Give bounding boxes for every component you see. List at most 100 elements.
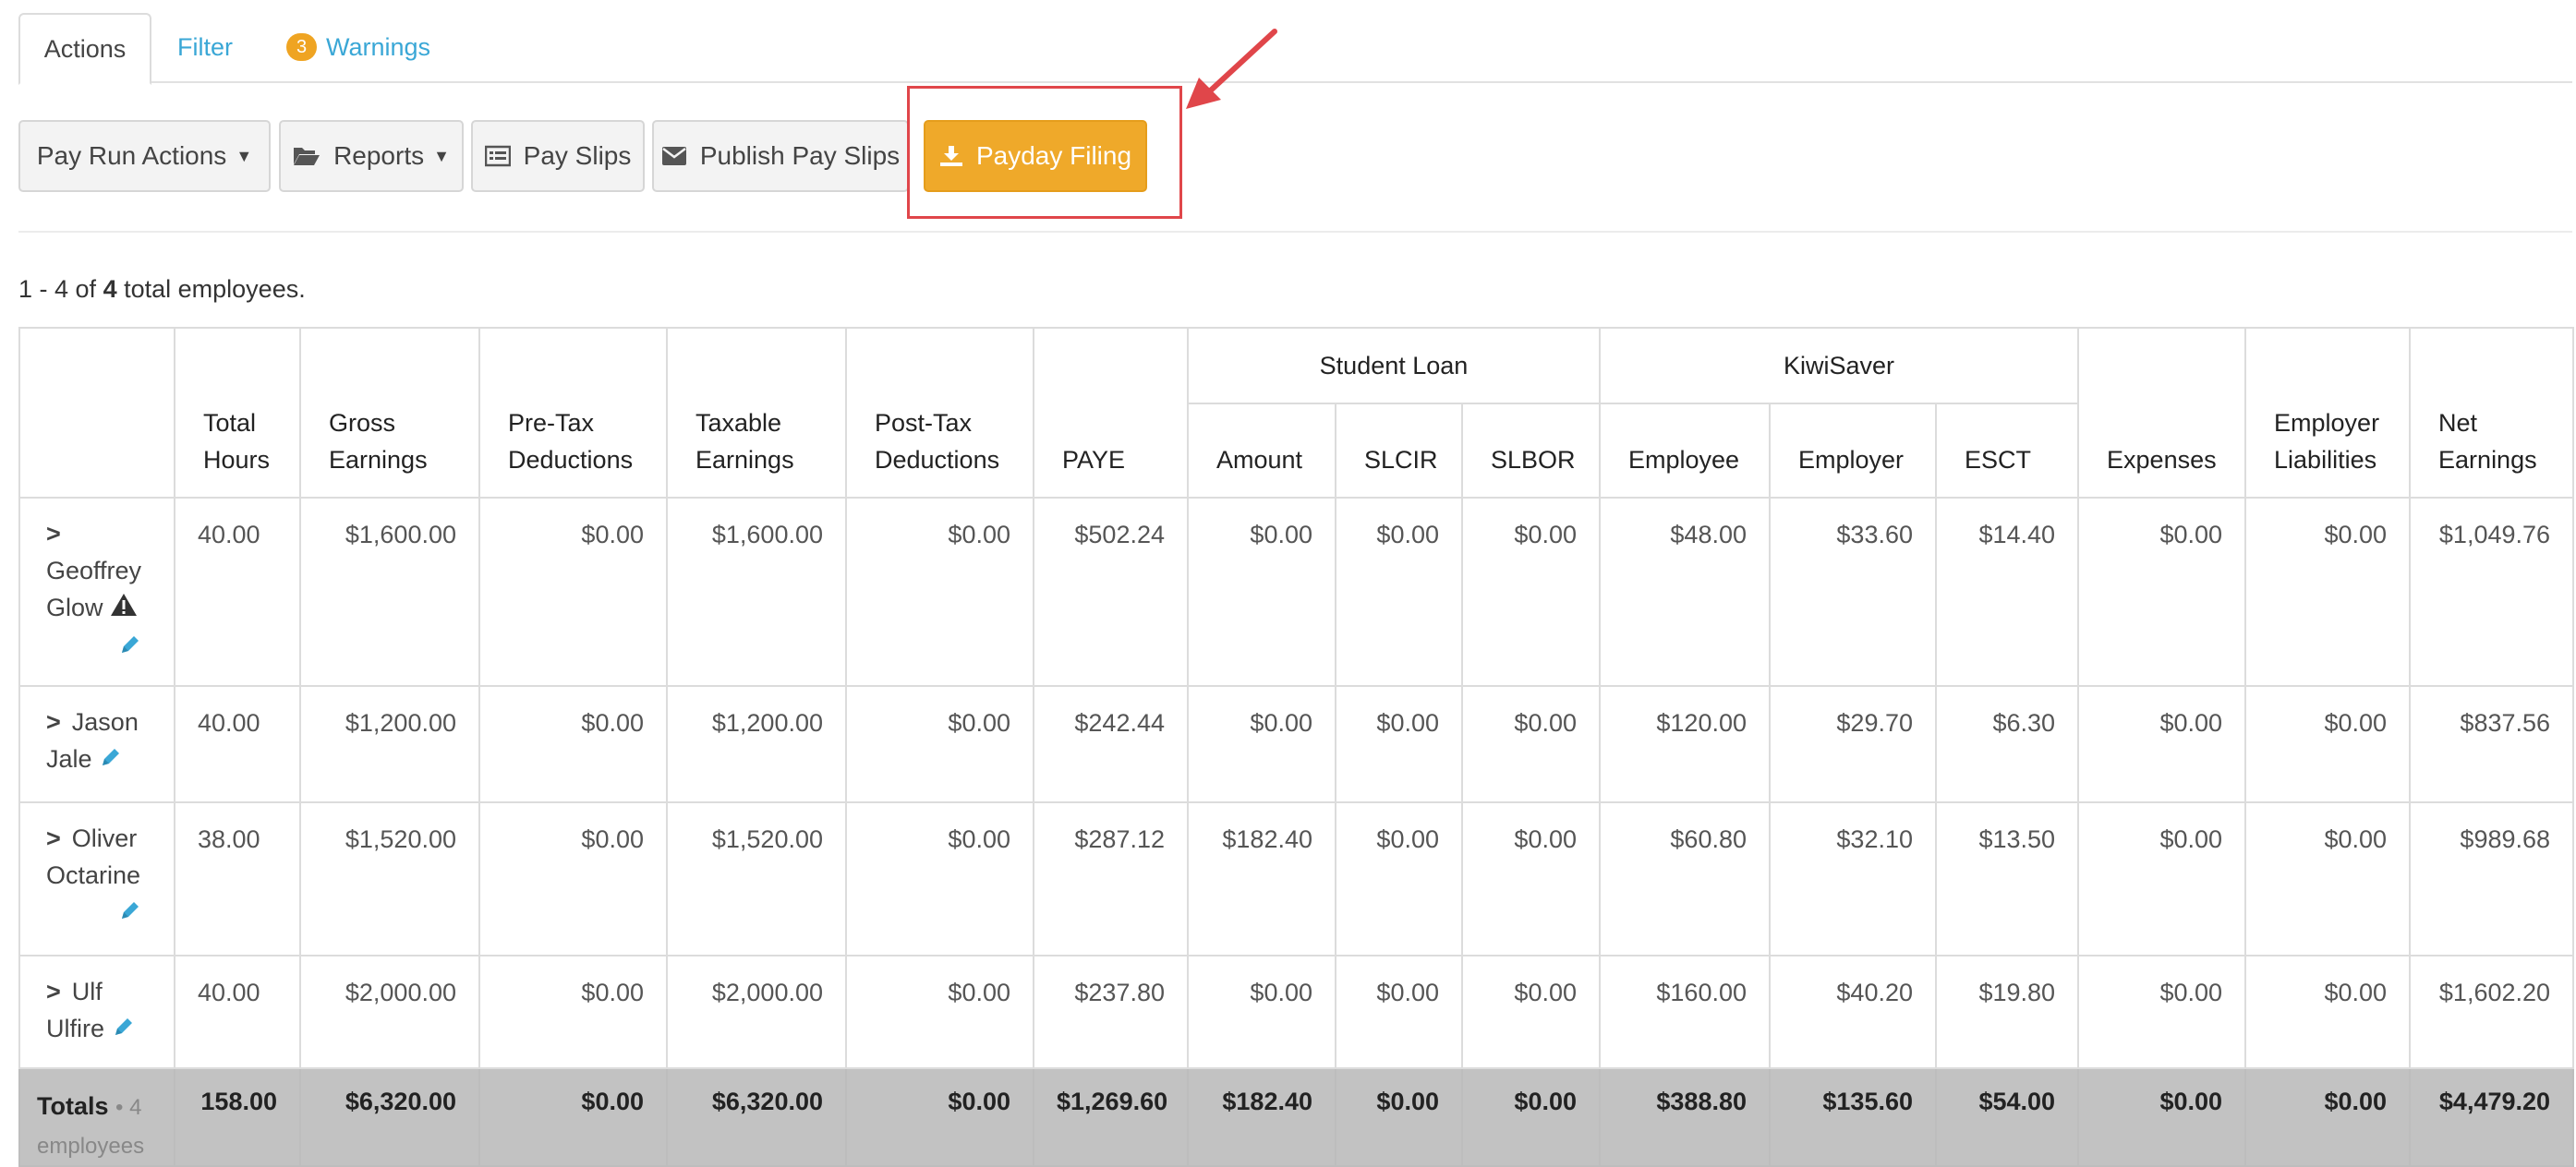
cell-esct: $19.80: [1934, 955, 2080, 1069]
col-pre-tax-deductions[interactable]: Pre-Tax Deductions: [478, 327, 668, 499]
employee-name-line[interactable]: Jason: [72, 708, 139, 736]
header-row: Total Hours Gross Earnings Pre-Tax Deductio…: [18, 327, 2575, 499]
cell-expenses: $0.00: [2077, 497, 2247, 687]
col-group-kiwisaver: KiwiSaver: [1598, 327, 2080, 404]
totals-label-cell: Totals • 4 employees: [18, 1067, 175, 1167]
warning-triangle-icon[interactable]: [110, 591, 138, 628]
cell-hours: 38.00: [174, 801, 301, 956]
pay-slips-button[interactable]: Pay Slips: [471, 120, 645, 192]
col-paye[interactable]: PAYE: [1033, 327, 1189, 499]
employee-name-line[interactable]: Glow: [46, 594, 103, 621]
employee-name-line[interactable]: Jale: [46, 745, 92, 773]
highlight-box: [907, 86, 1182, 219]
publish-pay-slips-button[interactable]: Publish Pay Slips: [652, 120, 909, 192]
cell-net: $837.56: [2409, 685, 2575, 803]
tab-actions[interactable]: Actions: [18, 13, 151, 85]
col-ks-employee[interactable]: Employee: [1599, 403, 1771, 499]
total-amount: $182.40: [1187, 1067, 1336, 1167]
col-slcir[interactable]: SLCIR: [1335, 403, 1463, 499]
cell-pre-tax: $0.00: [478, 685, 668, 803]
pay-slips-label: Pay Slips: [523, 141, 632, 170]
reports-button[interactable]: Reports ▼: [279, 120, 464, 192]
cell-liabilities: $0.00: [2244, 801, 2412, 956]
total-liabilities: $0.00: [2244, 1067, 2412, 1167]
list-icon: [484, 145, 511, 167]
cell-amount: $0.00: [1187, 497, 1336, 687]
cell-paye: $242.44: [1033, 685, 1189, 803]
employee-count-summary: 1 - 4 of 4 total employees.: [18, 275, 306, 303]
total-post-tax: $0.00: [845, 1067, 1034, 1167]
employee-name-cell: > Ulf Ulfire: [18, 955, 175, 1069]
col-employer-liabilities[interactable]: Employer Liabilities: [2244, 327, 2412, 499]
cell-slbor: $0.00: [1461, 685, 1601, 803]
employee-name-line[interactable]: Geoffrey: [46, 552, 151, 589]
pencil-icon[interactable]: [99, 742, 123, 779]
total-hours: 158.00: [174, 1067, 301, 1167]
col-net-earnings[interactable]: Net Earnings: [2409, 327, 2575, 499]
total-expenses: $0.00: [2077, 1067, 2247, 1167]
cell-net: $989.68: [2409, 801, 2575, 956]
col-ks-employer[interactable]: Employer: [1769, 403, 1937, 499]
chevron-right-icon[interactable]: >: [46, 973, 61, 1010]
col-expenses[interactable]: Expenses: [2077, 327, 2247, 499]
tab-filter[interactable]: Filter: [177, 13, 233, 81]
tab-bar: Actions Filter 3 Warnings: [18, 13, 2572, 85]
table-row: > Oliver Octarine 38.00 $1,520.00 $0.00 $1,520…: [18, 801, 2575, 956]
cell-paye: $237.80: [1033, 955, 1189, 1069]
table-row: > Geoffrey Glow 40.00 $1,600.00 $0.00 $1,600.…: [18, 497, 2575, 687]
cell-ks-employee: $120.00: [1599, 685, 1771, 803]
col-gross-earnings[interactable]: Gross Earnings: [299, 327, 480, 499]
table-row: > Jason Jale 40.00 $1,200.00 $0.00 $1,200.00 $…: [18, 685, 2575, 803]
cell-net: $1,049.76: [2409, 497, 2575, 687]
total-paye: $1,269.60: [1033, 1067, 1189, 1167]
cell-amount: $0.00: [1187, 685, 1336, 803]
cell-ks-employee: $48.00: [1599, 497, 1771, 687]
cell-pre-tax: $0.00: [478, 955, 668, 1069]
employee-name-cell: > Geoffrey Glow: [18, 497, 175, 687]
total-taxable: $6,320.00: [666, 1067, 847, 1167]
cell-slbor: $0.00: [1461, 955, 1601, 1069]
pencil-icon[interactable]: [112, 1012, 136, 1049]
reports-label: Reports: [333, 141, 425, 170]
cell-taxable: $1,600.00: [666, 497, 847, 687]
chevron-right-icon[interactable]: >: [46, 820, 61, 857]
employee-name-line[interactable]: Ulf: [72, 978, 103, 1005]
col-taxable-earnings[interactable]: Taxable Earnings: [666, 327, 847, 499]
total-slcir: $0.00: [1335, 1067, 1463, 1167]
employee-name-line[interactable]: Ulfire: [46, 1015, 104, 1042]
cell-slbor: $0.00: [1461, 497, 1601, 687]
cell-slcir: $0.00: [1335, 955, 1463, 1069]
envelope-icon: [661, 146, 687, 166]
cell-hours: 40.00: [174, 685, 301, 803]
tab-actions-label: Actions: [43, 34, 127, 63]
cell-gross: $1,520.00: [299, 801, 480, 956]
employee-name-line[interactable]: Octarine: [46, 857, 151, 894]
chevron-right-icon[interactable]: >: [46, 704, 61, 740]
col-post-tax-deductions[interactable]: Post-Tax Deductions: [845, 327, 1034, 499]
chevron-right-icon[interactable]: >: [46, 515, 61, 552]
folder-open-icon: [293, 145, 320, 167]
cell-post-tax: $0.00: [845, 497, 1034, 687]
col-sl-amount[interactable]: Amount: [1187, 403, 1336, 499]
total-ks-employer: $135.60: [1769, 1067, 1937, 1167]
pencil-icon[interactable]: [118, 630, 142, 667]
cell-paye: $502.24: [1033, 497, 1189, 687]
col-group-student-loan: Student Loan: [1187, 327, 1601, 404]
col-slbor[interactable]: SLBOR: [1461, 403, 1601, 499]
col-esct[interactable]: ESCT: [1934, 403, 2080, 499]
employee-name-line[interactable]: Oliver: [72, 824, 138, 852]
cell-expenses: $0.00: [2077, 801, 2247, 956]
cell-liabilities: $0.00: [2244, 685, 2412, 803]
col-total-hours[interactable]: Total Hours: [174, 327, 301, 499]
cell-net: $1,602.20: [2409, 955, 2575, 1069]
cell-gross: $1,600.00: [299, 497, 480, 687]
cell-slcir: $0.00: [1335, 685, 1463, 803]
pay-run-actions-button[interactable]: Pay Run Actions ▼: [18, 120, 271, 192]
total-slbor: $0.00: [1461, 1067, 1601, 1167]
tab-warnings[interactable]: 3 Warnings: [286, 13, 430, 81]
pencil-icon[interactable]: [118, 896, 142, 932]
total-ks-employee: $388.80: [1599, 1067, 1771, 1167]
total-esct: $54.00: [1934, 1067, 2080, 1167]
cell-esct: $6.30: [1934, 685, 2080, 803]
cell-post-tax: $0.00: [845, 685, 1034, 803]
